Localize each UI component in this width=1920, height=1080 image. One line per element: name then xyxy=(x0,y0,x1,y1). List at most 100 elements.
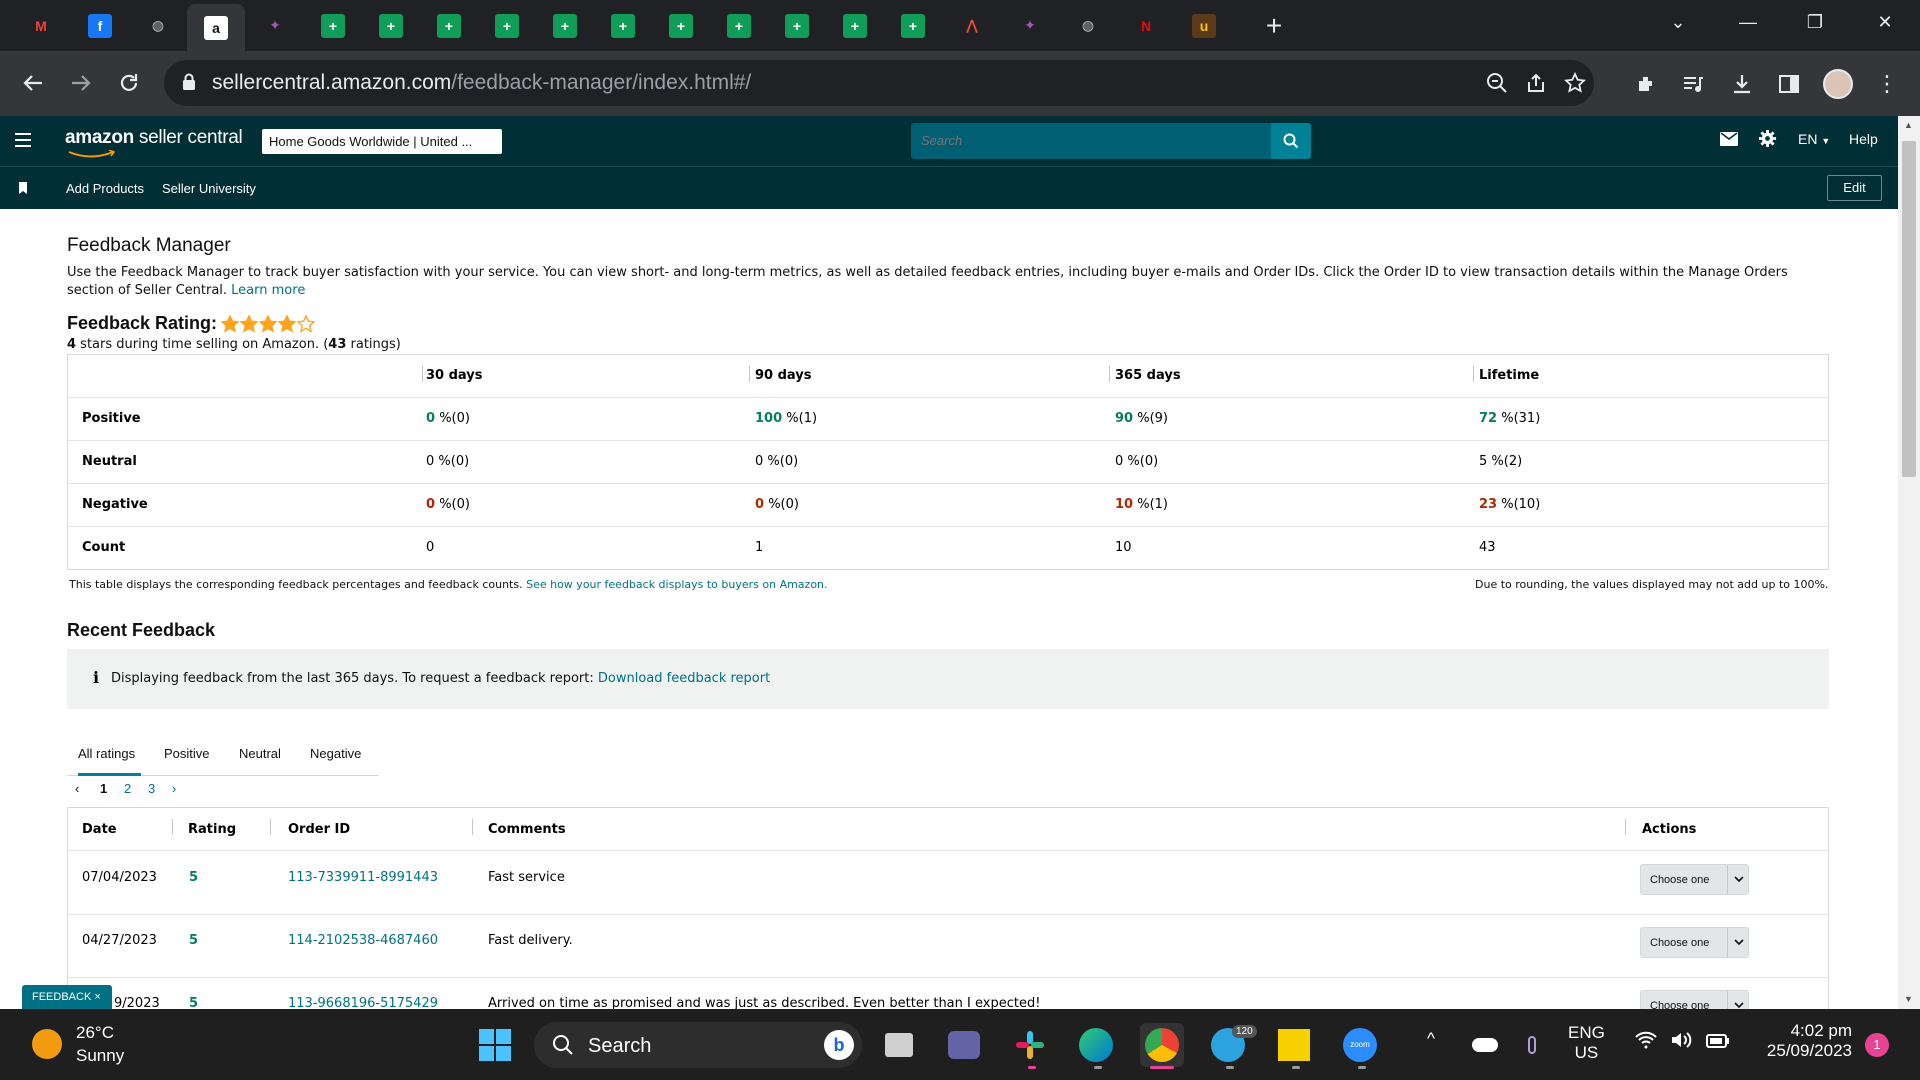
onedrive-icon[interactable] xyxy=(1463,1023,1507,1067)
hamburger-menu-icon[interactable] xyxy=(15,133,31,147)
actions-dropdown[interactable]: Choose one xyxy=(1640,864,1749,895)
browser-tab[interactable]: ✦ xyxy=(1001,6,1059,45)
order-id-link[interactable]: 113-7339911-8991443 xyxy=(288,870,438,885)
chrome-icon[interactable] xyxy=(1140,1023,1184,1067)
browser-tab[interactable]: ✦ xyxy=(246,6,304,45)
profile-avatar[interactable] xyxy=(1821,67,1855,101)
browser-tab[interactable]: + xyxy=(536,6,594,45)
browser-tab[interactable]: N xyxy=(1117,6,1175,45)
page-2[interactable]: 2 xyxy=(124,781,131,796)
weather-sun-icon[interactable] xyxy=(32,1029,62,1059)
browser-tab[interactable]: a xyxy=(187,4,245,51)
wifi-icon[interactable] xyxy=(1634,1031,1658,1054)
tray-overflow-icon[interactable]: ^ xyxy=(1427,1029,1435,1049)
teams-icon[interactable] xyxy=(942,1023,986,1067)
reload-icon[interactable] xyxy=(111,65,147,101)
new-tab-button[interactable]: + xyxy=(1245,6,1303,45)
zoom-app-icon[interactable]: zoom xyxy=(1338,1023,1382,1067)
bing-icon[interactable]: b xyxy=(824,1030,854,1060)
page-3[interactable]: 3 xyxy=(148,781,155,796)
weather-description[interactable]: Sunny xyxy=(76,1046,124,1066)
actions-dropdown[interactable]: Choose one xyxy=(1640,927,1749,958)
tab-all-ratings[interactable]: All ratings xyxy=(78,746,135,761)
help-link[interactable]: Help xyxy=(1849,131,1878,147)
learn-more-link[interactable]: Learn more xyxy=(231,283,305,298)
scroll-up-icon[interactable]: ▲ xyxy=(1904,120,1913,130)
tab-negative[interactable]: Negative xyxy=(310,746,361,761)
settings-gear-icon[interactable] xyxy=(1758,129,1777,151)
scrollbar-thumb[interactable] xyxy=(1902,141,1916,477)
browser-tab[interactable]: + xyxy=(420,6,478,45)
page-scrollbar[interactable]: ▲ ▼ xyxy=(1898,116,1920,1009)
browser-tab[interactable]: + xyxy=(884,6,942,45)
prev-page-icon[interactable]: ‹ xyxy=(75,781,79,796)
notification-badge[interactable]: 1 xyxy=(1865,1033,1889,1057)
tab-positive[interactable]: Positive xyxy=(164,746,210,761)
forward-icon[interactable] xyxy=(63,65,99,101)
seller-central-logo[interactable]: amazon seller central xyxy=(65,127,243,158)
browser-tab[interactable]: + xyxy=(362,6,420,45)
browser-tab[interactable]: + xyxy=(652,6,710,45)
microphone-icon[interactable] xyxy=(1510,1023,1554,1067)
browser-tab[interactable]: + xyxy=(478,6,536,45)
battery-icon[interactable] xyxy=(1706,1033,1730,1054)
nav-add-products[interactable]: Add Products xyxy=(66,181,144,196)
restore-icon[interactable]: ❐ xyxy=(1786,0,1844,44)
browser-menu-icon[interactable]: ⋮ xyxy=(1870,67,1904,101)
tab-search-icon[interactable]: ⌄ xyxy=(1649,0,1707,44)
browser-tab[interactable]: + xyxy=(304,6,362,45)
language-selector[interactable]: EN ▼ xyxy=(1798,131,1830,147)
taskbar-search[interactable]: Search b xyxy=(534,1022,862,1068)
sheets-icon: + xyxy=(321,13,345,38)
browser-tab[interactable]: ◍ xyxy=(1059,6,1117,45)
lock-icon[interactable] xyxy=(182,73,196,91)
close-window-icon[interactable]: ✕ xyxy=(1856,0,1914,44)
edge-icon[interactable] xyxy=(1074,1023,1118,1067)
browser-tab[interactable]: M xyxy=(12,6,70,45)
browser-tab[interactable]: ⋀ xyxy=(943,6,1001,45)
clock[interactable]: 4:02 pm 25/09/2023 xyxy=(1752,1021,1852,1061)
telegram-icon[interactable]: 120 xyxy=(1206,1023,1257,1067)
feedback-display-link[interactable]: See how your feedback displays to buyers… xyxy=(526,578,827,591)
feedback-widget-button[interactable]: FEEDBACK × xyxy=(22,985,112,1009)
minimize-icon[interactable]: — xyxy=(1719,0,1777,44)
slack-icon[interactable] xyxy=(1008,1023,1052,1067)
scroll-down-icon[interactable]: ▼ xyxy=(1904,994,1913,1004)
bookmark-star-icon[interactable] xyxy=(1561,69,1589,97)
next-page-icon[interactable]: › xyxy=(172,781,176,796)
browser-tab[interactable]: + xyxy=(710,6,768,45)
page-1[interactable]: 1 xyxy=(100,781,107,796)
browser-tab[interactable]: u xyxy=(1175,6,1233,45)
seller-search-input[interactable] xyxy=(921,133,1251,148)
address-bar[interactable]: sellercentral.amazon.com/feedback-manage… xyxy=(164,60,1594,106)
browser-tab[interactable]: + xyxy=(826,6,884,45)
input-language[interactable]: ENG US xyxy=(1568,1023,1605,1063)
seller-search-button[interactable] xyxy=(1271,123,1311,159)
actions-dropdown[interactable]: Choose one xyxy=(1640,990,1749,1009)
back-icon[interactable] xyxy=(15,65,51,101)
download-icon[interactable] xyxy=(1725,67,1759,101)
edit-nav-button[interactable]: Edit xyxy=(1827,175,1882,201)
browser-tab[interactable]: + xyxy=(768,6,826,45)
extensions-icon[interactable] xyxy=(1630,67,1664,101)
zoom-icon[interactable] xyxy=(1483,69,1511,97)
order-id-link[interactable]: 113-9668196-5175429 xyxy=(288,996,438,1009)
browser-tab[interactable]: + xyxy=(594,6,652,45)
browser-tab[interactable]: f xyxy=(71,6,129,45)
browser-tab[interactable]: ◍ xyxy=(129,6,187,45)
side-panel-icon[interactable] xyxy=(1772,67,1806,101)
bookmark-icon[interactable] xyxy=(18,181,28,199)
download-report-link[interactable]: Download feedback report xyxy=(598,671,770,686)
share-icon[interactable] xyxy=(1522,69,1550,97)
mail-icon[interactable] xyxy=(1720,132,1738,149)
tab-neutral[interactable]: Neutral xyxy=(239,746,281,761)
volume-icon[interactable] xyxy=(1670,1031,1694,1054)
media-control-icon[interactable] xyxy=(1676,67,1710,101)
store-selector[interactable]: Home Goods Worldwide | United ... xyxy=(262,129,502,154)
start-icon[interactable] xyxy=(473,1023,517,1067)
weather-temperature[interactable]: 26°C xyxy=(76,1023,114,1043)
nav-seller-university[interactable]: Seller University xyxy=(162,181,256,196)
task-view-icon[interactable] xyxy=(877,1023,921,1067)
sticky-notes-icon[interactable] xyxy=(1272,1023,1316,1067)
order-id-link[interactable]: 114-2102538-4687460 xyxy=(288,933,438,948)
